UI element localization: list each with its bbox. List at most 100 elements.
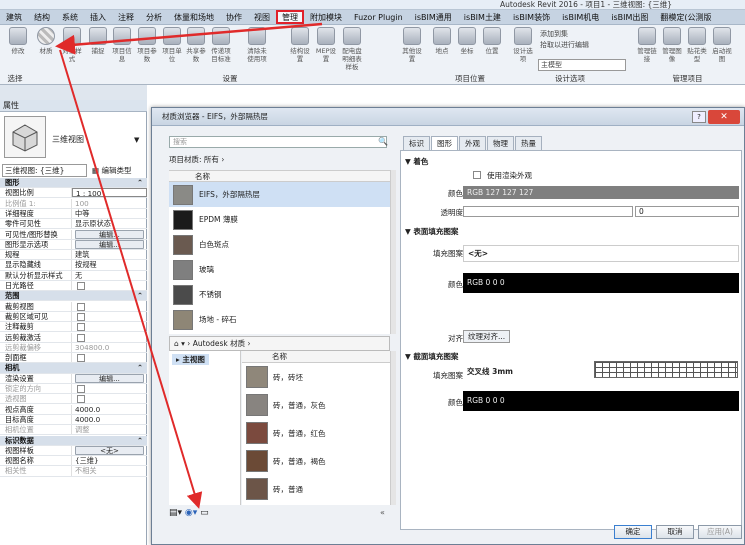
ribbon-button-18[interactable]: 管理链接	[635, 27, 659, 63]
property-value[interactable]: ⌃	[72, 436, 147, 445]
ribbon-button-20[interactable]: 贴花类型	[685, 27, 709, 63]
tab-3[interactable]: 物理	[487, 136, 514, 150]
edit-type-button[interactable]: ▦ 编辑类型	[92, 164, 131, 177]
library-bar[interactable]: ⌂ ▾ › Autodesk 材质 ›	[169, 336, 390, 351]
list-item[interactable]: 砖，普通，褐色	[242, 447, 390, 475]
ok-button[interactable]: 确定	[614, 525, 652, 539]
tab-17[interactable]: 翻模定(公测版	[654, 10, 717, 24]
tab-9[interactable]: 管理	[276, 10, 304, 24]
property-checkbox[interactable]	[77, 333, 85, 342]
ribbon-button-0[interactable]: 修改	[6, 27, 30, 55]
project-material-filter[interactable]: 项目材质: 所有 ›	[169, 154, 224, 166]
property-value[interactable]: 建筑	[72, 250, 147, 259]
collapse-icon[interactable]: ⌃	[137, 436, 147, 445]
property-value[interactable]: 按规程	[72, 260, 147, 269]
scrollbar[interactable]	[390, 170, 396, 334]
ribbon-button-7[interactable]: 共享参数	[184, 27, 208, 63]
chevron-down-icon[interactable]: ▼	[134, 136, 139, 144]
tab-16[interactable]: isBIM出图	[605, 10, 654, 24]
tab-6[interactable]: 体量和场地	[168, 10, 220, 24]
property-value[interactable]: 无	[72, 271, 147, 280]
help-button[interactable]: ?	[692, 111, 706, 123]
library-name-header[interactable]: 名称	[242, 351, 390, 363]
tab-2[interactable]: 系统	[56, 10, 84, 24]
property-edit-button[interactable]: 编辑...	[75, 229, 144, 239]
create-material-icon[interactable]: ▤▾	[169, 508, 182, 518]
cancel-button[interactable]: 取消	[656, 525, 694, 539]
design-option-select[interactable]: 主模型	[538, 59, 626, 71]
surface-color-field[interactable]: RGB 0 0 0	[463, 273, 739, 293]
property-checkbox[interactable]	[77, 282, 85, 290]
property-value[interactable]: 显示原状态	[72, 219, 147, 228]
tab-11[interactable]: Fuzor Plugin	[348, 10, 409, 24]
property-value[interactable]: {三维}	[72, 456, 147, 465]
property-value[interactable]: ⌃	[72, 178, 147, 187]
ribbon-button-9[interactable]: 清除未使用项	[245, 27, 269, 63]
ribbon-button-10[interactable]: 结构设置	[288, 27, 312, 63]
property-value[interactable]: 中等	[72, 209, 147, 218]
property-checkbox[interactable]	[77, 312, 85, 321]
surface-section-title[interactable]: ▼ 表面填充图案	[403, 226, 741, 238]
surface-pattern-field[interactable]: <无>	[463, 245, 739, 262]
ribbon-button-19[interactable]: 管理图像	[660, 27, 684, 63]
search-icon[interactable]: 🔍	[378, 137, 388, 146]
property-checkbox[interactable]	[77, 302, 85, 311]
cut-pattern-field[interactable]: 交叉线 3mm	[463, 363, 593, 380]
tab-1[interactable]: 结构	[28, 10, 56, 24]
ribbon-button-5[interactable]: 项目参数	[135, 27, 159, 63]
list-item[interactable]: 不锈钢	[169, 282, 390, 307]
tab-10[interactable]: 附加模块	[304, 10, 348, 24]
ribbon-button-17[interactable]: 设计选项	[511, 27, 535, 63]
tab-1[interactable]: 图形	[431, 136, 458, 150]
ribbon-button-4[interactable]: 项目信息	[110, 27, 134, 63]
cut-pattern-preview[interactable]	[594, 361, 738, 378]
ribbon-button-13[interactable]: 其他设置	[400, 27, 424, 63]
tab-7[interactable]: 协作	[220, 10, 248, 24]
property-value[interactable]: 4000.0	[72, 415, 147, 424]
home-icon[interactable]: ⌂ ▾ ›	[174, 339, 190, 348]
ribbon-button-6[interactable]: 项目单位	[160, 27, 184, 63]
tab-15[interactable]: isBIM机电	[556, 10, 605, 24]
tree-item-main-view[interactable]: ▸ 主视图	[172, 354, 209, 365]
tab-2[interactable]: 外观	[459, 136, 486, 150]
use-render-appearance-checkbox[interactable]	[473, 171, 481, 179]
shading-color-field[interactable]: RGB 127 127 127	[463, 186, 739, 199]
list-item[interactable]: EIFS，外部隔热层	[169, 182, 390, 207]
ribbon-button-21[interactable]: 启动视图	[710, 27, 734, 63]
list-item[interactable]: EPDM 薄膜	[169, 207, 390, 232]
ribbon-button-15[interactable]: 坐标	[455, 27, 479, 55]
ribbon-button-14[interactable]: 地点	[430, 27, 454, 55]
tab-12[interactable]: isBIM通用	[409, 10, 458, 24]
list-item[interactable]: 砖，普通	[242, 475, 390, 503]
collapse-icon[interactable]: «	[380, 508, 385, 517]
list-item[interactable]: 场地 - 碎石	[169, 307, 390, 332]
ribbon-button-16[interactable]: 位置	[480, 27, 504, 55]
list-item[interactable]: 玻璃	[169, 257, 390, 282]
name-column-header[interactable]: 名称	[169, 170, 390, 182]
tab-4[interactable]: 热量	[515, 136, 542, 150]
shading-section-title[interactable]: ▼ 着色	[403, 156, 741, 168]
property-value[interactable]: ⌃	[72, 363, 147, 372]
ribbon-button-1[interactable]: 材质	[34, 27, 58, 55]
tab-14[interactable]: isBIM装饰	[507, 10, 556, 24]
tab-5[interactable]: 分析	[140, 10, 168, 24]
list-item[interactable]: 砖，普通，红色	[242, 419, 390, 447]
cut-color-field[interactable]: RGB 0 0 0	[463, 391, 739, 411]
view-instance-select[interactable]: 三维视图: {三维}	[2, 164, 87, 177]
apply-button[interactable]: 应用(A)	[698, 525, 742, 539]
list-item[interactable]: 白色斑点	[169, 232, 390, 257]
tab-13[interactable]: isBIM土建	[458, 10, 507, 24]
texture-align-button[interactable]: 纹理对齐...	[463, 330, 511, 343]
ribbon-button-2[interactable]: 对象样式	[60, 27, 84, 63]
ribbon-button-12[interactable]: 配电盘明细表样板	[340, 27, 364, 71]
design-option-command-0[interactable]: 添加到集	[540, 29, 568, 39]
property-edit-button[interactable]: <无>	[75, 445, 144, 455]
search-input[interactable]: 搜索	[169, 136, 387, 148]
collapse-icon[interactable]: ⌃	[137, 291, 147, 300]
tab-3[interactable]: 插入	[84, 10, 112, 24]
transparency-value[interactable]: 0	[635, 206, 739, 217]
property-edit-button[interactable]: 编辑...	[75, 239, 144, 249]
design-option-command-1[interactable]: 拾取以进行编辑	[540, 40, 589, 50]
close-button[interactable]: ✕	[708, 110, 740, 124]
property-checkbox[interactable]	[77, 323, 85, 332]
